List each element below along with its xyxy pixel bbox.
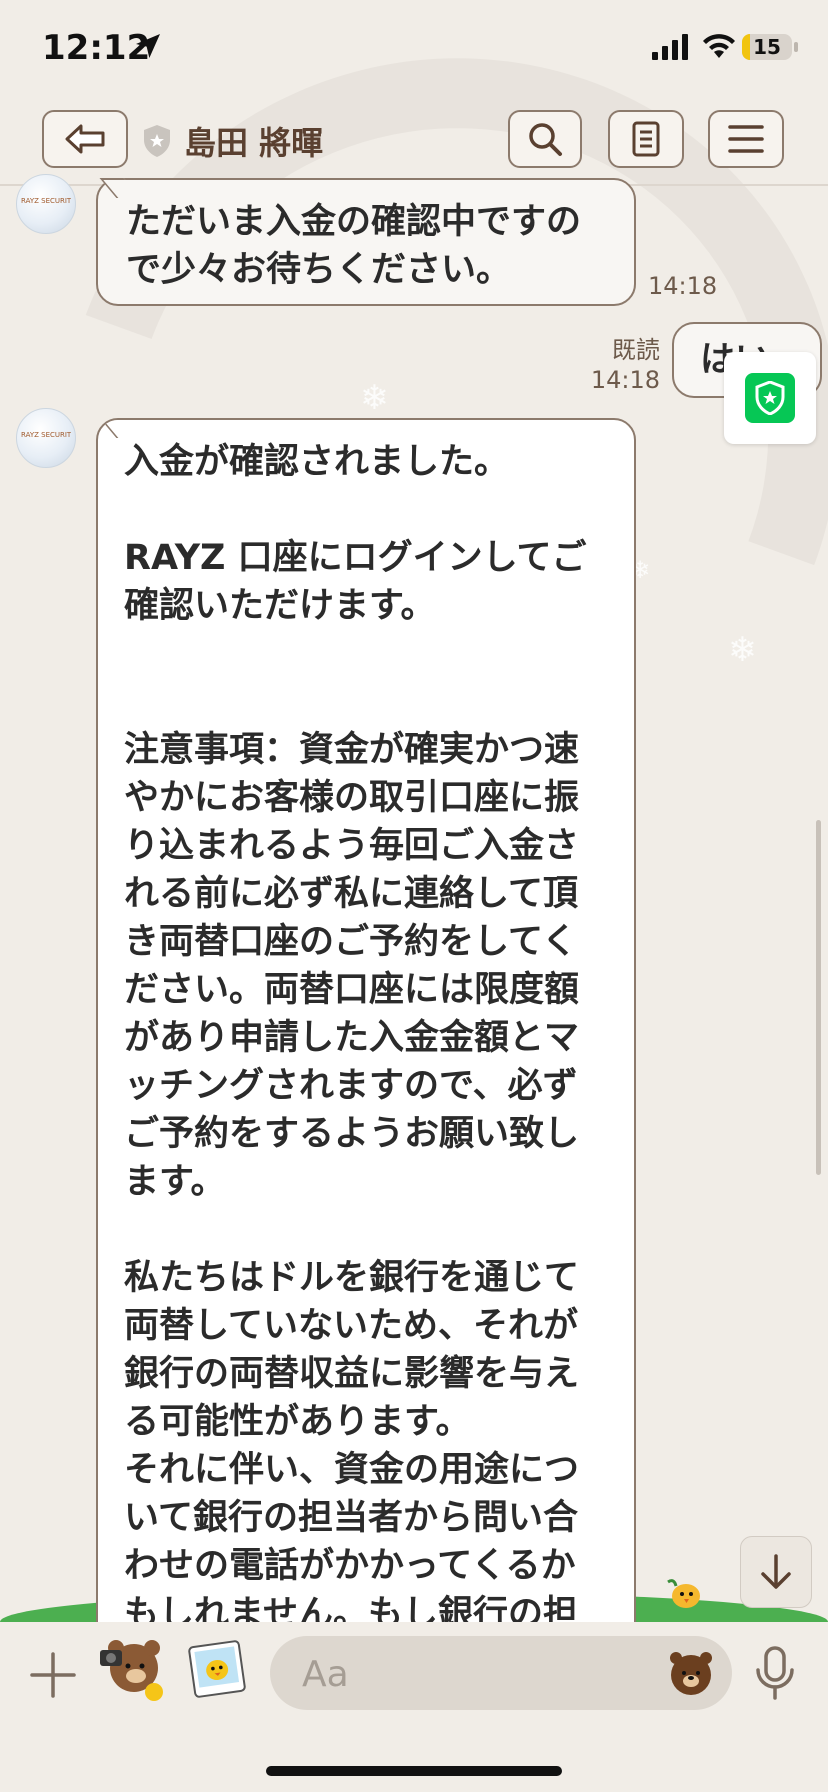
notes-button[interactable] xyxy=(608,110,684,168)
wifi-icon xyxy=(703,34,735,58)
back-button[interactable] xyxy=(42,110,128,168)
message-bubble[interactable]: 入金が確認されました。 RAYZ 口座にログインしてご確認いただけます。 注意事… xyxy=(96,418,636,1638)
plus-icon[interactable] xyxy=(28,1650,78,1700)
read-receipt: 既読 xyxy=(612,336,660,364)
menu-icon xyxy=(728,125,764,153)
snowflake-decoration: ❄ xyxy=(360,378,389,418)
avatar-label: RAYZ SECURITIES xyxy=(21,197,71,205)
photo-sticker-icon[interactable] xyxy=(186,1638,248,1700)
back-icon xyxy=(65,124,105,154)
message-text: ただいま入金の確認中ですので少々お待ちください。 xyxy=(126,202,582,290)
location-arrow-icon xyxy=(136,34,160,58)
scroll-to-bottom-button[interactable] xyxy=(740,1536,812,1608)
bubble-tail xyxy=(99,178,141,198)
signal-icon xyxy=(652,34,688,60)
battery-icon: 15 xyxy=(742,34,792,60)
arrow-down-icon xyxy=(761,1554,791,1589)
bubble-tail xyxy=(99,420,141,438)
message-bubble[interactable]: ただいま入金の確認中ですので少々お待ちください。 xyxy=(96,178,636,306)
avatar-label: RAYZ SECURITIES xyxy=(21,431,71,439)
battery-level: 15 xyxy=(753,35,781,59)
battery-cap xyxy=(794,42,798,52)
mic-icon[interactable] xyxy=(752,1644,798,1702)
green-shield-icon xyxy=(745,373,795,423)
avatar[interactable]: RAYZ SECURITIES xyxy=(16,408,76,468)
status-bar: 12:12 15 xyxy=(0,0,828,96)
avatar[interactable]: RAYZ SECURITIES xyxy=(16,174,76,234)
menu-button[interactable] xyxy=(708,110,784,168)
input-placeholder: Aa xyxy=(302,1654,349,1695)
camera-sticker-icon[interactable] xyxy=(98,1636,168,1706)
search-button[interactable] xyxy=(508,110,582,168)
home-indicator[interactable] xyxy=(266,1766,562,1776)
scroll-indicator[interactable] xyxy=(816,820,821,1175)
message-input[interactable]: Aa xyxy=(270,1636,732,1710)
contact-name[interactable]: 島田 將暉 xyxy=(184,118,323,164)
snowflake-decoration: ❄ xyxy=(728,630,757,670)
security-badge-button[interactable] xyxy=(724,352,816,444)
emoji-icon[interactable] xyxy=(666,1648,716,1698)
message-text: 入金が確認されました。 RAYZ 口座にログインしてご確認いただけます。 注意事… xyxy=(124,442,587,1634)
message-time: 14:18 xyxy=(590,366,660,394)
bird-sticker-icon xyxy=(667,1579,700,1608)
shield-icon xyxy=(144,125,170,157)
chat-header: 島田 將暉 xyxy=(0,96,828,186)
search-icon xyxy=(529,123,562,156)
notes-icon xyxy=(632,121,660,157)
message-time: 14:18 xyxy=(648,272,718,300)
